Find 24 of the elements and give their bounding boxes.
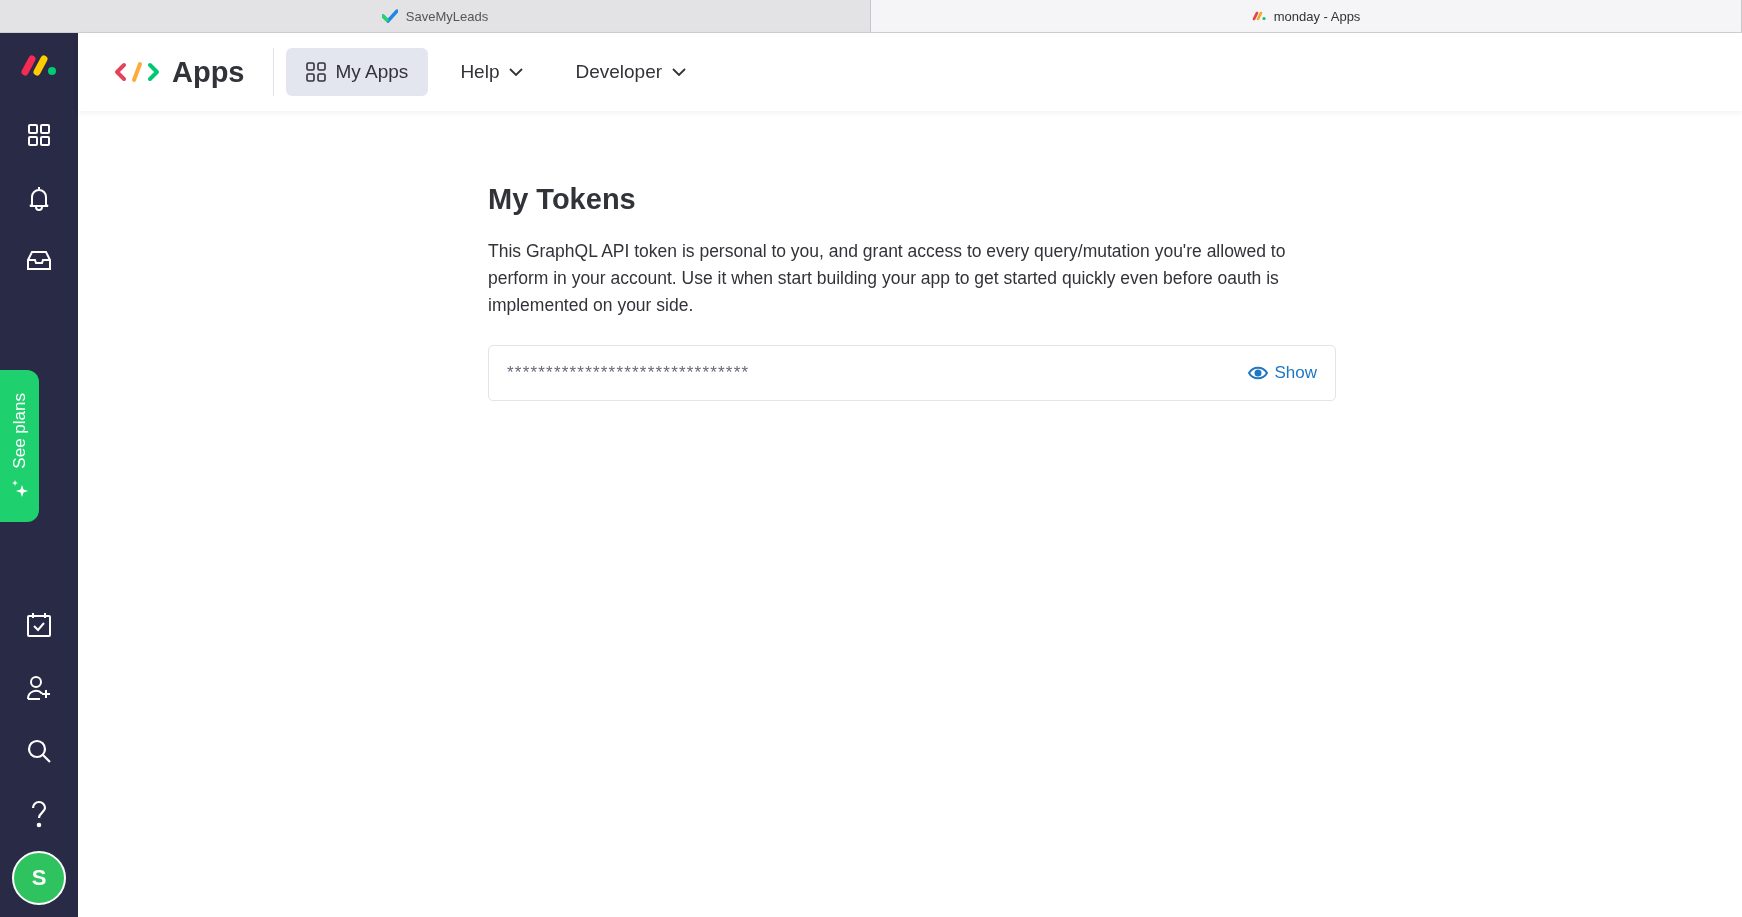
nav-tab[interactable]: My Apps — [285, 48, 429, 96]
tab-title: monday - Apps — [1273, 8, 1361, 24]
page-title: My Tokens — [488, 183, 637, 216]
help-icon[interactable] — [30, 799, 48, 828]
code-logo-icon — [114, 60, 160, 84]
nav-tab[interactable]: Help — [440, 48, 544, 96]
grid-icon — [305, 62, 326, 82]
nav-tab[interactable]: Developer — [555, 48, 707, 96]
grid-icon[interactable] — [27, 122, 51, 147]
browser-tab[interactable]: monday - Apps — [871, 0, 1742, 32]
app-title: Apps — [172, 55, 245, 89]
token-field[interactable]: ******************************* Show — [488, 345, 1336, 401]
inbox-icon[interactable] — [26, 249, 52, 272]
tab-title: SaveMyLeads — [405, 8, 489, 24]
eye-icon — [1248, 366, 1269, 380]
check-icon — [381, 9, 398, 23]
calendar-icon[interactable] — [26, 611, 52, 638]
show-button[interactable]: Show — [1248, 363, 1317, 383]
logo-icon — [1251, 11, 1266, 21]
search-icon[interactable] — [26, 737, 52, 764]
logo-icon — [19, 53, 59, 77]
description-text: This GraphQL API token is personal to you, and grant access to every query/mutation you're allowed to perform in your account. Use it when start building your app to get started quickly even before oauth is implemented on your side. — [488, 240, 1287, 317]
add-person-icon[interactable] — [26, 674, 52, 701]
bell-icon[interactable] — [27, 184, 51, 211]
